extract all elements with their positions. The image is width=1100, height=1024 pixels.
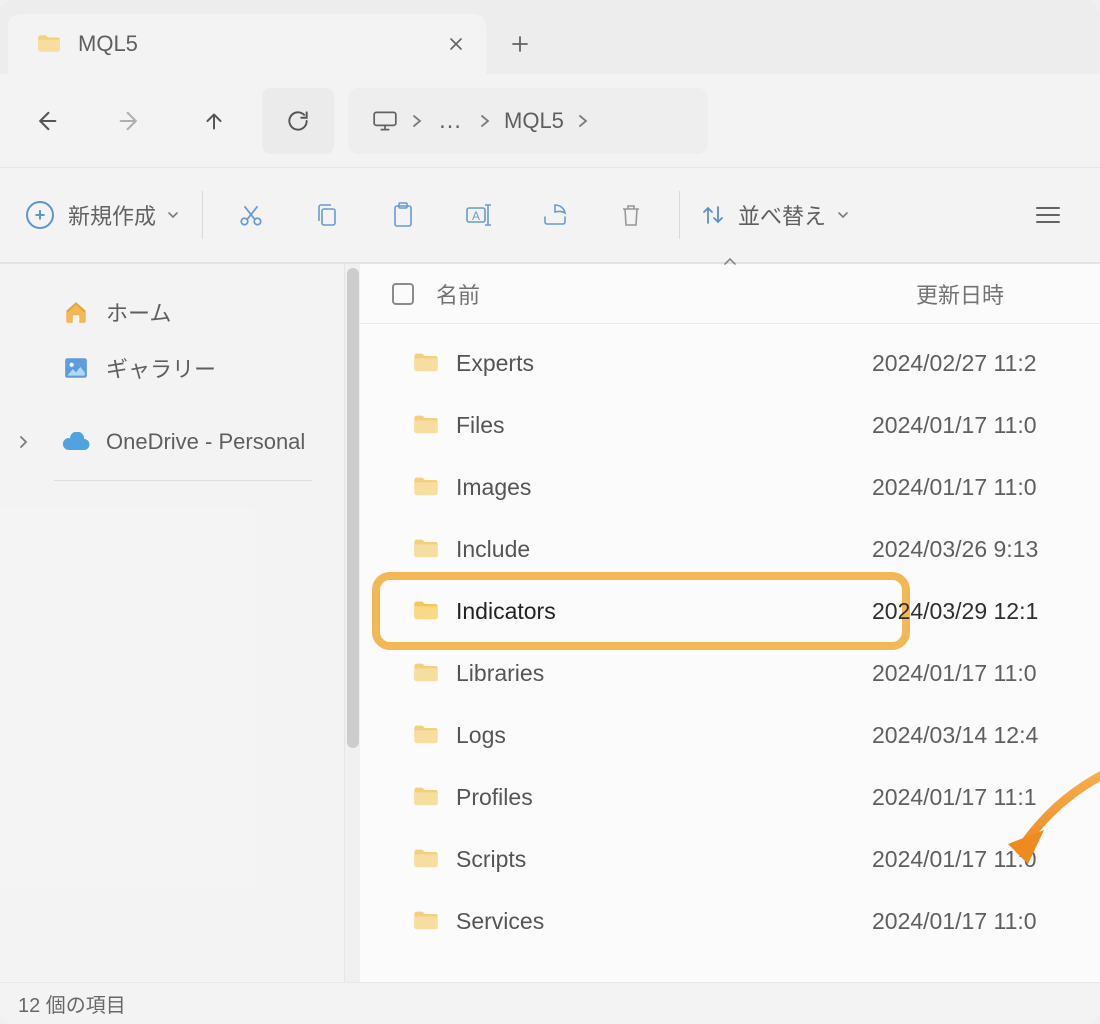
nav-pane: ホーム ギャラリー OneDrive - Personal xyxy=(0,264,360,1024)
back-button[interactable] xyxy=(10,88,82,154)
folder-date: 2024/01/17 11:0 xyxy=(872,412,1100,439)
folder-row[interactable]: Files 2024/01/17 11:0 xyxy=(360,394,1100,456)
folder-date: 2024/02/27 11:2 xyxy=(872,350,1100,377)
tab-mql5[interactable]: MQL5 xyxy=(8,14,486,74)
folder-date: 2024/03/14 12:4 xyxy=(872,722,1100,749)
folder-name: Scripts xyxy=(456,846,526,873)
chevron-down-icon xyxy=(166,208,180,222)
sidebar-item-gallery[interactable]: ギャラリー xyxy=(0,340,360,396)
chevron-down-icon xyxy=(836,208,850,222)
chevron-right-icon[interactable] xyxy=(410,114,424,128)
chevron-right-icon[interactable] xyxy=(18,436,42,448)
folder-icon xyxy=(412,721,440,749)
status-text: 12 個の項目 xyxy=(18,989,126,1018)
plus-circle-icon: + xyxy=(26,201,54,229)
folder-row[interactable]: Include 2024/03/26 9:13 xyxy=(360,518,1100,580)
view-options-button[interactable] xyxy=(1010,185,1086,245)
tab-bar: MQL5 xyxy=(0,0,1100,74)
folder-icon xyxy=(412,597,440,625)
explorer-window: MQL5 … xyxy=(0,0,1100,1024)
onedrive-icon xyxy=(62,428,90,456)
home-icon xyxy=(62,298,90,326)
breadcrumb-current[interactable]: MQL5 xyxy=(504,108,564,134)
status-bar: 12 個の項目 xyxy=(0,982,1100,1024)
folder-icon xyxy=(412,349,440,377)
chevron-right-icon[interactable] xyxy=(478,114,492,128)
folder-date: 2024/01/17 11:0 xyxy=(872,474,1100,501)
share-button[interactable] xyxy=(517,185,593,245)
scrollbar-thumb[interactable] xyxy=(347,268,359,748)
delete-button[interactable] xyxy=(593,185,669,245)
folder-name: Images xyxy=(456,474,531,501)
column-header[interactable]: 名前 更新日時 xyxy=(360,264,1100,324)
folder-icon xyxy=(412,473,440,501)
folder-icon xyxy=(412,907,440,935)
folder-row[interactable]: Scripts 2024/01/17 11:0 xyxy=(360,828,1100,890)
separator xyxy=(54,480,312,481)
close-icon[interactable] xyxy=(436,24,476,64)
folder-row[interactable]: Profiles 2024/01/17 11:1 xyxy=(360,766,1100,828)
folder-row[interactable]: Indicators 2024/03/29 12:1 xyxy=(360,580,1100,642)
scrollbar[interactable] xyxy=(344,264,360,984)
new-button[interactable]: + 新規作成 xyxy=(14,185,192,245)
breadcrumb-ellipsis[interactable]: … xyxy=(430,107,472,135)
folder-row[interactable]: Libraries 2024/01/17 11:0 xyxy=(360,642,1100,704)
new-tab-button[interactable] xyxy=(492,16,548,72)
folder-date: 2024/03/26 9:13 xyxy=(872,536,1100,563)
toolbar: + 新規作成 A xyxy=(0,168,1100,264)
chevron-right-icon[interactable] xyxy=(576,114,590,128)
folder-name: Include xyxy=(456,536,530,563)
select-all-checkbox[interactable] xyxy=(392,283,414,305)
gallery-icon xyxy=(62,354,90,382)
folder-row[interactable]: Experts 2024/02/27 11:2 xyxy=(360,332,1100,394)
paste-button[interactable] xyxy=(365,185,441,245)
folder-name: Profiles xyxy=(456,784,533,811)
folder-date: 2024/01/17 11:0 xyxy=(872,846,1100,873)
pc-icon[interactable] xyxy=(372,110,398,132)
separator xyxy=(202,191,203,239)
folder-date: 2024/01/17 11:0 xyxy=(872,660,1100,687)
folder-name: Libraries xyxy=(456,660,544,687)
folder-row[interactable]: Images 2024/01/17 11:0 xyxy=(360,456,1100,518)
folder-date: 2024/01/17 11:0 xyxy=(872,908,1100,935)
new-label: 新規作成 xyxy=(68,199,156,231)
sort-indicator-icon xyxy=(722,257,738,267)
breadcrumb[interactable]: … MQL5 xyxy=(348,88,708,154)
column-name[interactable]: 名前 xyxy=(436,278,916,310)
copy-button[interactable] xyxy=(289,185,365,245)
folder-row[interactable]: Logs 2024/03/14 12:4 xyxy=(360,704,1100,766)
refresh-button[interactable] xyxy=(262,88,334,154)
column-date[interactable]: 更新日時 xyxy=(916,278,1100,310)
sidebar-item-onedrive[interactable]: OneDrive - Personal xyxy=(0,414,360,470)
sidebar-item-home[interactable]: ホーム xyxy=(0,284,360,340)
rename-button[interactable]: A xyxy=(441,185,517,245)
folder-icon xyxy=(412,845,440,873)
folder-name: Indicators xyxy=(456,598,556,625)
folder-name: Services xyxy=(456,908,544,935)
folder-icon xyxy=(412,411,440,439)
file-list: 名前 更新日時 Experts 2024/02/27 11:2 Files 2024/… xyxy=(360,264,1100,1024)
folder-icon xyxy=(412,535,440,563)
folder-date: 2024/01/17 11:1 xyxy=(872,784,1100,811)
folder-name: Experts xyxy=(456,350,534,377)
folder-icon xyxy=(412,783,440,811)
svg-text:A: A xyxy=(472,209,480,223)
folder-name: Logs xyxy=(456,722,506,749)
forward-button[interactable] xyxy=(94,88,166,154)
folder-icon xyxy=(36,31,62,57)
sort-button[interactable]: 並べ替え xyxy=(690,199,860,231)
folder-icon xyxy=(412,659,440,687)
cut-button[interactable] xyxy=(213,185,289,245)
folder-name: Files xyxy=(456,412,505,439)
separator xyxy=(679,191,680,239)
up-button[interactable] xyxy=(178,88,250,154)
nav-row: … MQL5 xyxy=(0,74,1100,168)
folder-row[interactable]: Services 2024/01/17 11:0 xyxy=(360,890,1100,952)
body: ホーム ギャラリー OneDrive - Personal xyxy=(0,264,1100,1024)
folder-date: 2024/03/29 12:1 xyxy=(872,598,1100,625)
sort-label: 並べ替え xyxy=(738,199,826,231)
tab-label: MQL5 xyxy=(78,31,138,57)
